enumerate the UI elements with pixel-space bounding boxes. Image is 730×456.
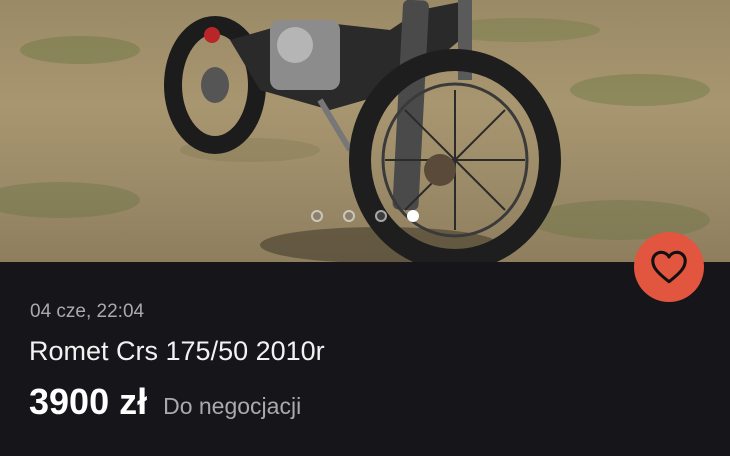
motorcycle-image: [0, 0, 710, 262]
negotiable-label: Do negocjacji: [163, 393, 302, 419]
gallery-dot[interactable]: [375, 210, 387, 222]
gallery-dot-active[interactable]: [407, 210, 419, 222]
price-row: 3900 zł Do negocjacji: [29, 381, 301, 423]
listing-price: 3900 zł: [29, 381, 148, 422]
listing-title[interactable]: Romet Crs 175/50 2010r: [29, 336, 325, 367]
heart-icon: [651, 250, 687, 284]
gallery-dot[interactable]: [311, 210, 323, 222]
gallery-indicator: [311, 210, 419, 222]
listing-photo[interactable]: [0, 0, 730, 262]
listing-date: 04 cze, 22:04: [30, 301, 145, 322]
gallery-dot[interactable]: [343, 210, 355, 222]
favorite-button[interactable]: [634, 232, 704, 302]
